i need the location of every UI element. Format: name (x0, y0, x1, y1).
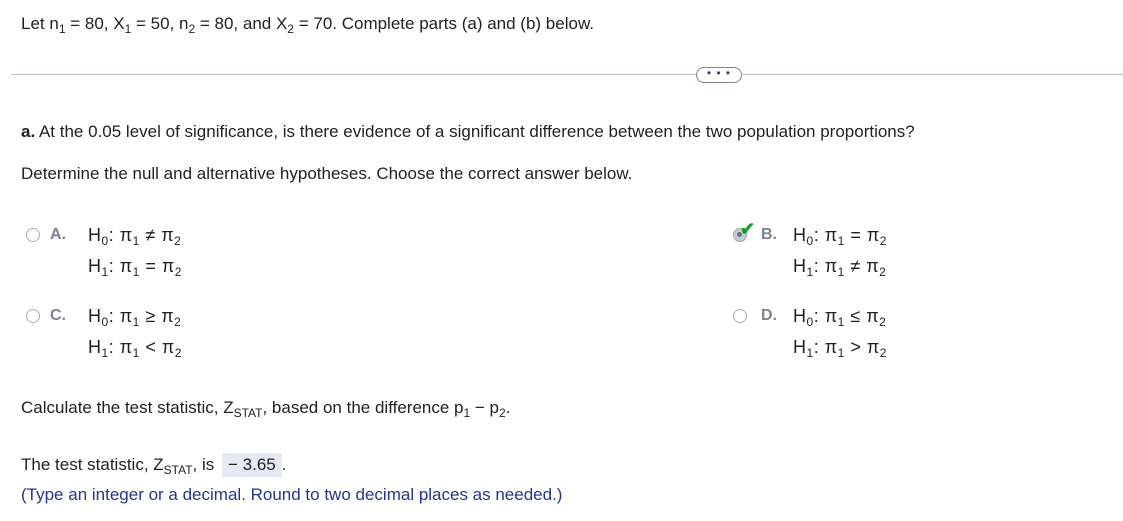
option-c-radio[interactable] (26, 309, 40, 323)
divider-right (741, 74, 1123, 75)
result-line: The test statistic, ZSTAT, is − 3.65. (21, 453, 287, 477)
option-a-h0: H0: π1 ≠ π2 (88, 225, 182, 248)
option-d-radio[interactable] (733, 309, 747, 323)
hint-text: (Type an integer or a decimal. Round to … (21, 485, 563, 504)
option-d-h1: H1: π1 > π2 (793, 337, 887, 360)
option-a-h1: H1: π1 = π2 (88, 256, 182, 279)
divider-left (12, 74, 696, 75)
option-b-h0: H0: π1 = π2 (793, 225, 887, 248)
part-a-instruction: Determine the null and alternative hypot… (21, 164, 633, 183)
part-a-question: a. At the 0.05 level of significance, is… (21, 122, 915, 141)
option-c-h0: H0: π1 ≥ π2 (88, 306, 182, 329)
problem-intro: Let n1 = 80, X1 = 50, n2 = 80, and X2 = … (21, 14, 594, 36)
option-d-letter: D. (761, 307, 777, 324)
answer-field[interactable]: − 3.65 (222, 453, 282, 477)
option-c-h1: H1: π1 < π2 (88, 337, 182, 360)
option-b-h1: H1: π1 ≠ π2 (793, 256, 887, 279)
option-a-letter: A. (50, 226, 66, 243)
option-d-h0: H0: π1 ≤ π2 (793, 306, 887, 329)
show-more-button[interactable]: • • • (696, 67, 742, 83)
option-c-letter: C. (50, 307, 66, 324)
correct-check-icon: ✔ (740, 219, 756, 239)
option-a-radio[interactable] (26, 228, 40, 242)
option-b-letter: B. (761, 226, 777, 243)
calc-instruction: Calculate the test statistic, ZSTAT, bas… (21, 398, 511, 420)
